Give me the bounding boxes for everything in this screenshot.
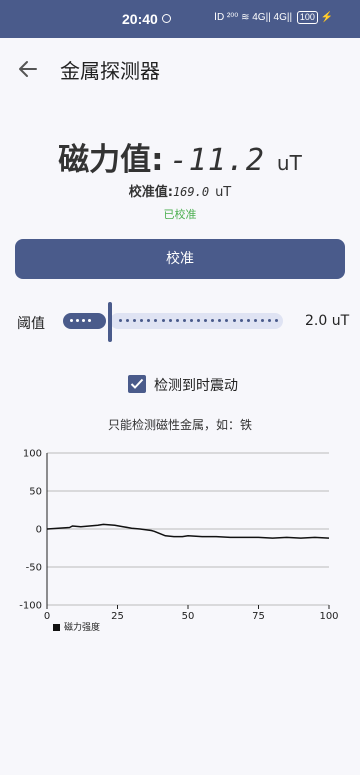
app-bar: 金属探测器	[0, 38, 360, 100]
check-icon	[130, 378, 144, 389]
x-tick-label: 100	[319, 611, 338, 622]
calibrate-button[interactable]: 校准	[15, 239, 345, 279]
calibration-row: 校准值:169.0 uT	[0, 181, 360, 200]
battery-icon: 100	[296, 11, 318, 24]
slider-ticks	[119, 319, 282, 338]
reading-unit: uT	[276, 151, 302, 175]
legend-label: 磁力强度	[64, 623, 101, 633]
y-tick-label: -50	[26, 563, 42, 574]
arrow-left-icon[interactable]	[17, 58, 39, 80]
notification-dot-icon	[162, 14, 171, 23]
threshold-value: 2.0 uT	[305, 313, 350, 329]
y-tick-label: 50	[29, 487, 42, 498]
calibration-status: 已校准	[163, 208, 197, 221]
battery-level: 100	[299, 12, 315, 22]
x-tick-label: 50	[182, 611, 195, 622]
reading-label: 磁力值:	[58, 142, 164, 178]
status-bar: 20:40 ⅠD ²⁰⁰ ≋ 4G|| 4G|| 100 ⚡	[0, 0, 360, 38]
legend-swatch	[53, 624, 60, 631]
vibrate-label: 检测到时震动	[154, 378, 238, 394]
page-title: 金属探测器	[60, 59, 160, 83]
y-tick-label: -100	[19, 601, 42, 612]
reading-value: -11.2	[169, 143, 265, 178]
y-tick-label: 0	[36, 525, 42, 536]
x-tick-label: 25	[111, 611, 124, 622]
threshold-label: 阈值	[17, 316, 45, 332]
vibrate-checkbox[interactable]	[128, 375, 146, 393]
hint-text: 只能检测磁性金属，如：铁	[107, 418, 252, 432]
charging-icon: ⚡	[320, 12, 334, 24]
magnetic-reading: 磁力值: -11.2 uT	[0, 134, 360, 179]
x-tick-label: 75	[252, 611, 265, 622]
chart-svg: 100500-50-1000 25 50 75 100	[19, 449, 338, 623]
signal-icons: ⅠD ²⁰⁰ ≋ 4G|| 4G||	[214, 12, 293, 24]
x-tick-label: 0	[44, 611, 50, 622]
calibration-label: 校准值:	[128, 185, 173, 200]
slider-ticks-active	[70, 319, 94, 338]
series-line	[46, 523, 330, 539]
slider-thumb[interactable]	[108, 302, 112, 342]
magnetic-chart: 100 50 0 -50 -100 0 25 50 75 100	[10, 440, 350, 640]
chart-legend: 磁力强度	[53, 620, 100, 633]
status-time: 20:40	[122, 11, 158, 27]
y-tick-label: 100	[23, 449, 42, 460]
threshold-slider[interactable]	[63, 302, 285, 342]
calibration-unit: uT	[215, 185, 232, 200]
status-icons: ⅠD ²⁰⁰ ≋ 4G|| 4G|| 100 ⚡	[214, 11, 333, 24]
calibration-value: 169.0	[172, 185, 210, 199]
